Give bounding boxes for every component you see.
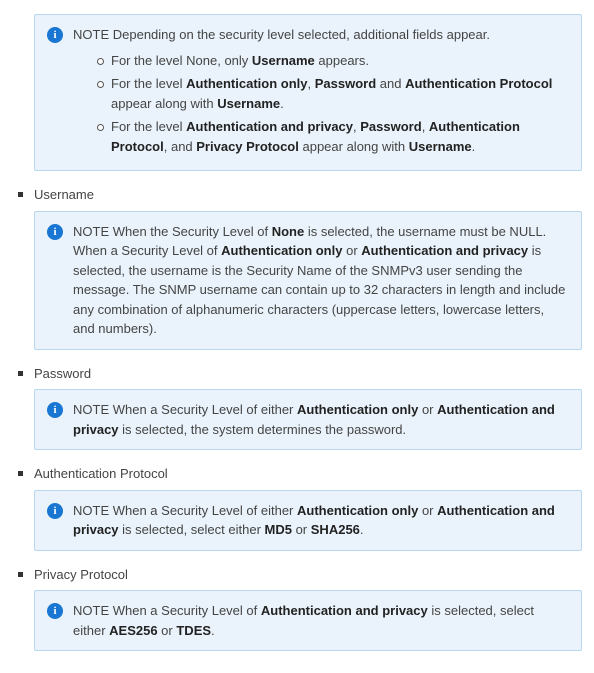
field-privacy-protocol-label: Privacy Protocol — [12, 565, 582, 585]
note-prefix: NOTE — [73, 402, 109, 417]
note-prefix: NOTE — [73, 503, 109, 518]
note-text: NOTE When a Security Level of either Aut… — [73, 501, 569, 540]
note-auth-protocol: i NOTE When a Security Level of either A… — [34, 490, 582, 551]
info-icon: i — [47, 402, 63, 418]
note-text: NOTE Depending on the security level sel… — [73, 25, 569, 156]
note-text: NOTE When the Security Level of None is … — [73, 222, 569, 339]
list-item: For the level Authentication only, Passw… — [97, 74, 569, 113]
info-icon: i — [47, 27, 63, 43]
note-prefix: NOTE — [73, 224, 109, 239]
note-prefix: NOTE — [73, 27, 109, 42]
note-prefix: NOTE — [73, 603, 109, 618]
note-text: NOTE When a Security Level of Authentica… — [73, 601, 569, 640]
note-sub-list: For the level None, only Username appear… — [73, 51, 569, 157]
note-privacy-protocol: i NOTE When a Security Level of Authenti… — [34, 590, 582, 651]
note-text: NOTE When a Security Level of either Aut… — [73, 400, 569, 439]
field-password-label: Password — [12, 364, 582, 384]
info-icon: i — [47, 503, 63, 519]
note-password: i NOTE When a Security Level of either A… — [34, 389, 582, 450]
info-icon: i — [47, 224, 63, 240]
info-icon: i — [47, 603, 63, 619]
field-auth-protocol-label: Authentication Protocol — [12, 464, 582, 484]
list-item: For the level Authentication and privacy… — [97, 117, 569, 156]
field-username-label: Username — [12, 185, 582, 205]
note-intro: Depending on the security level selected… — [109, 27, 490, 42]
note-security-level-fields: i NOTE Depending on the security level s… — [34, 14, 582, 171]
note-username: i NOTE When the Security Level of None i… — [34, 211, 582, 350]
list-item: For the level None, only Username appear… — [97, 51, 569, 71]
